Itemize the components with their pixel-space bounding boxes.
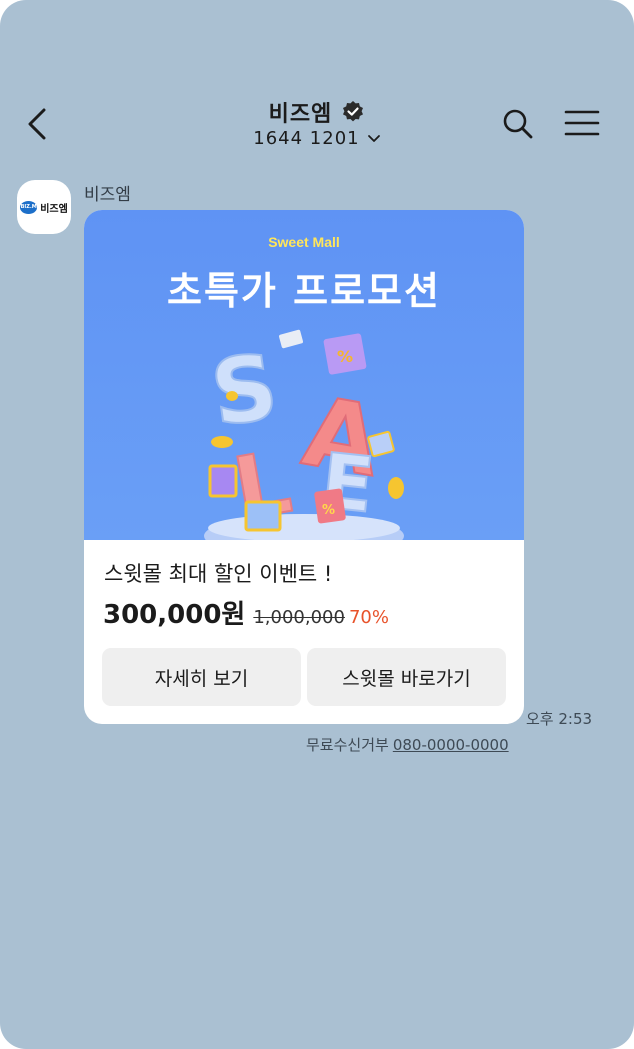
coin-2 xyxy=(388,477,404,499)
chat-header: 비즈엠 1644 1201 xyxy=(0,90,634,160)
banner-title: 초특가 프로모션 xyxy=(167,269,441,313)
optout-line: 무료수신거부 080-0000-0000 xyxy=(306,734,509,755)
optout-label: 무료수신거부 xyxy=(306,736,389,754)
percent-mark: % xyxy=(337,347,353,366)
go-to-mall-button[interactable]: 스윗몰 바로가기 xyxy=(307,648,506,706)
menu-icon[interactable] xyxy=(564,108,600,138)
chat-title: 비즈엠 xyxy=(268,102,333,127)
sale-illustration: S A L E % % xyxy=(204,329,404,540)
search-icon[interactable] xyxy=(500,106,536,142)
chat-screen: 비즈엠 1644 1201 BIZ.M 비즈엠 비즈엠 Sweet Mall 초… xyxy=(0,0,634,1049)
bizm-logo-text: 비즈엠 xyxy=(40,203,68,215)
letter-s: S xyxy=(205,334,284,447)
verified-badge-icon xyxy=(343,101,364,122)
price-row: 300,000원 1,000,000 70% xyxy=(103,594,389,631)
gift-box-purple xyxy=(208,464,238,498)
percent-mark-2: % xyxy=(322,503,335,518)
chevron-down-icon xyxy=(367,134,380,142)
phone-number-dropdown[interactable]: 1644 1201 xyxy=(0,128,634,149)
sale-price: 300,000원 xyxy=(103,600,246,630)
bizm-logo-badge: BIZ.M xyxy=(20,200,38,214)
gift-box-small xyxy=(367,430,395,458)
product-title: 스윗몰 최대 할인 이벤트 ! xyxy=(104,562,333,586)
view-details-button[interactable]: 자세히 보기 xyxy=(102,648,301,706)
sender-name: 비즈엠 xyxy=(84,185,131,205)
original-price: 1,000,000 xyxy=(253,607,345,628)
message-time: 오후 2:53 xyxy=(526,710,593,728)
chat-title-row: 비즈엠 xyxy=(0,96,634,128)
banner-subtitle: Sweet Mall xyxy=(268,234,340,250)
sender-avatar[interactable]: BIZ.M 비즈엠 xyxy=(17,180,71,234)
message-card: Sweet Mall 초특가 프로모션 S A L E % % 스윗몰 최대 할… xyxy=(84,210,524,724)
chat-phone-number: 1644 1201 xyxy=(253,128,360,149)
credit-card-shape xyxy=(279,329,303,349)
optout-phone-link[interactable]: 080-0000-0000 xyxy=(393,736,509,754)
coin-1 xyxy=(211,436,233,448)
podium-top xyxy=(208,514,400,540)
promo-banner-image[interactable]: Sweet Mall 초특가 프로모션 S A L E % % xyxy=(84,210,524,540)
gift-box-blue xyxy=(244,500,282,532)
coin-3 xyxy=(226,391,238,401)
discount-rate: 70% xyxy=(348,607,389,628)
